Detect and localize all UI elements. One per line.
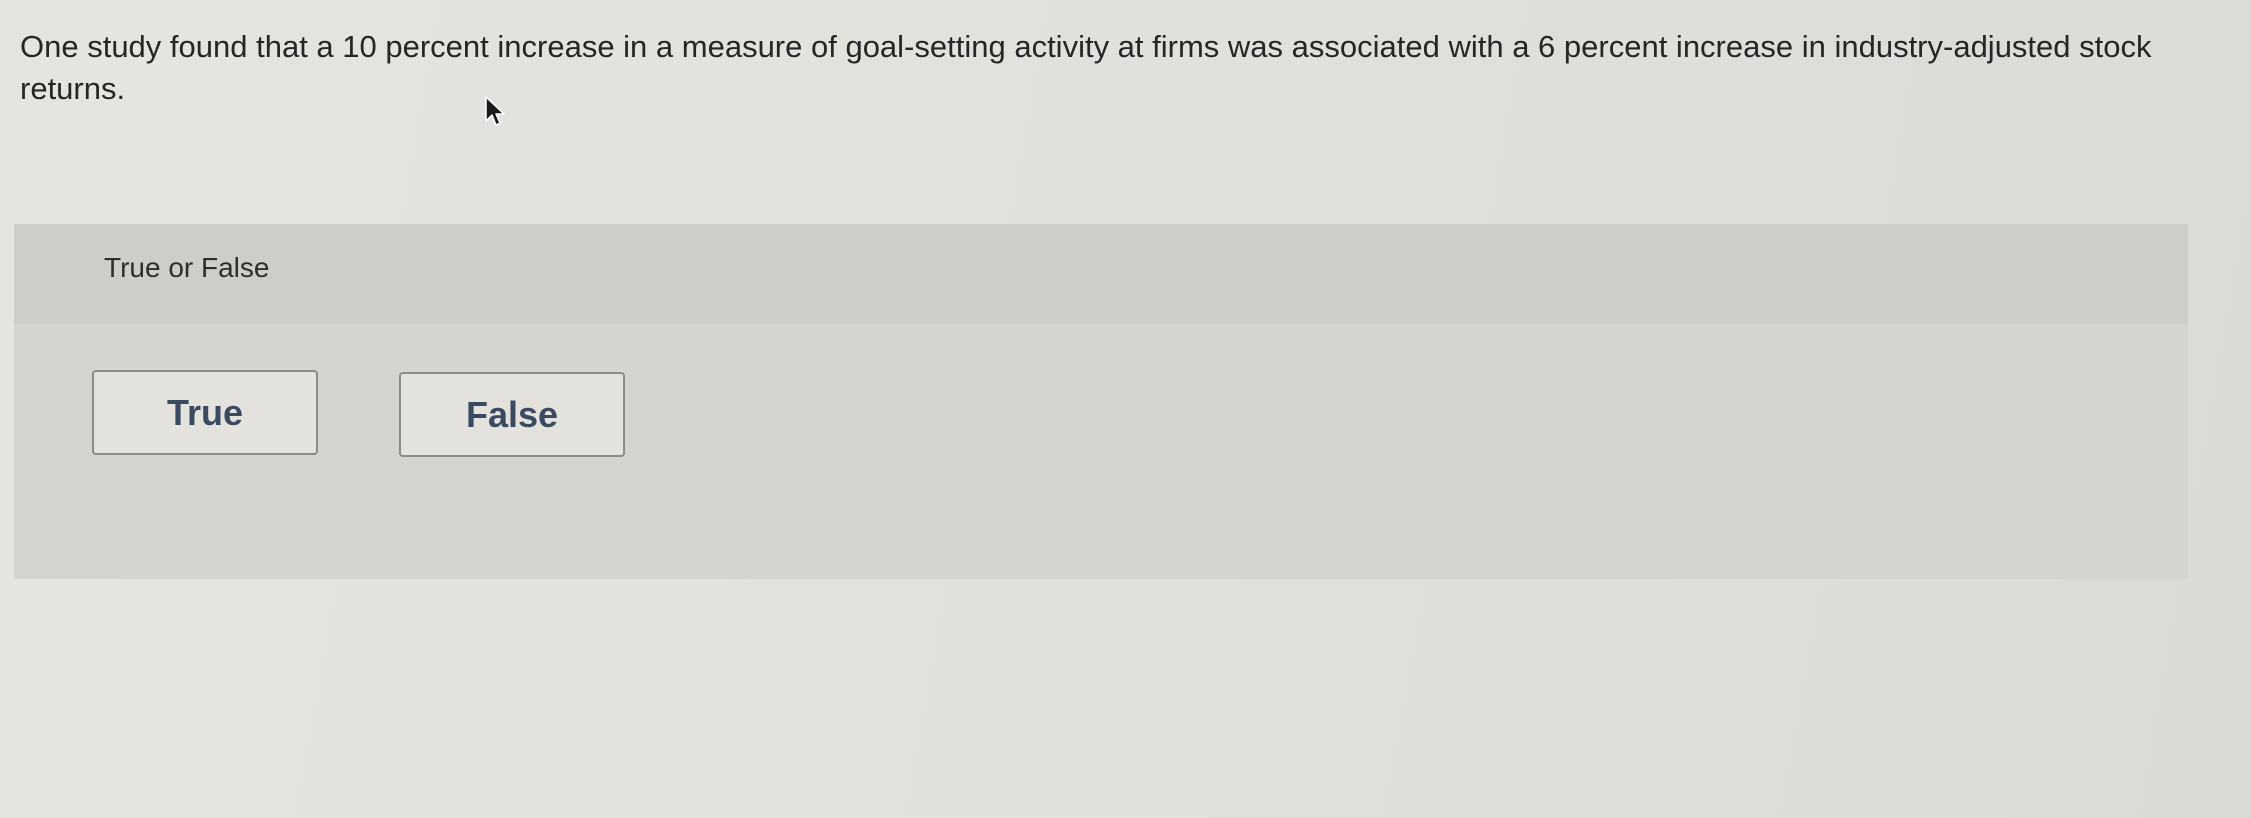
true-button[interactable]: True	[92, 370, 318, 455]
question-prompt: One study found that a 10 percent increa…	[20, 29, 2152, 106]
false-button[interactable]: False	[399, 372, 625, 457]
answer-panel-header: True or False	[14, 224, 2188, 324]
question-type-label: True or False	[104, 252, 270, 283]
mouse-pointer-icon	[484, 96, 506, 128]
answer-panel: True or False True False	[14, 224, 2188, 579]
